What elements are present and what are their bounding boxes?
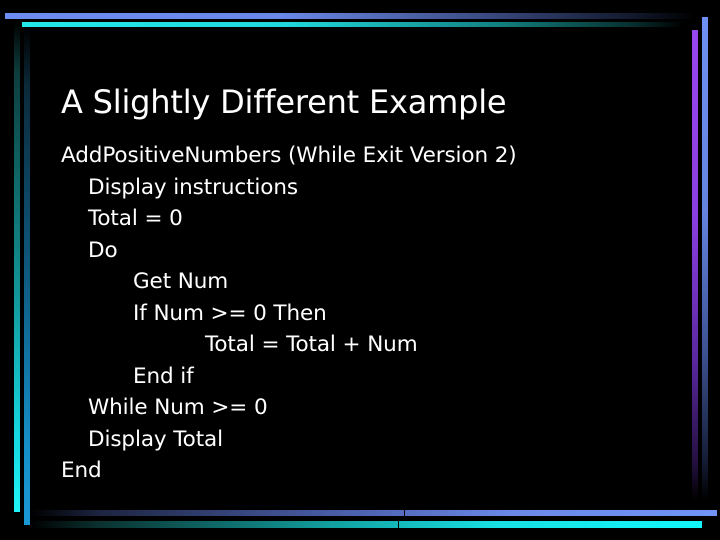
top-decorative-bar-cyan xyxy=(22,22,684,27)
code-line: Display instructions xyxy=(88,174,298,200)
code-line: Get Num xyxy=(133,269,229,294)
bar-seam xyxy=(404,510,405,516)
left-decorative-bar-cyan xyxy=(14,22,20,512)
code-line: End if xyxy=(133,363,194,389)
code-line: Total = 0 xyxy=(88,206,183,231)
right-decorative-bar-purple xyxy=(692,30,698,500)
code-line: Display Total xyxy=(88,426,223,452)
top-decorative-bar-blue xyxy=(5,13,695,19)
code-line: Total = Total + Num xyxy=(205,332,418,357)
bottom-decorative-bar-cyan xyxy=(30,521,702,528)
bottom-decorative-bar-blue xyxy=(30,510,717,516)
left-decorative-bar-blue xyxy=(24,27,30,525)
code-line: If Num >= 0 Then xyxy=(133,300,327,326)
code-line: Do xyxy=(88,237,118,263)
code-line: End xyxy=(61,458,102,483)
slide-title: A Slightly Different Example xyxy=(61,83,507,121)
right-decorative-bar-blue xyxy=(702,17,708,500)
code-line: AddPositiveNumbers (While Exit Version 2… xyxy=(61,143,517,168)
bar-seam xyxy=(398,521,399,528)
code-line: While Num >= 0 xyxy=(88,395,268,420)
